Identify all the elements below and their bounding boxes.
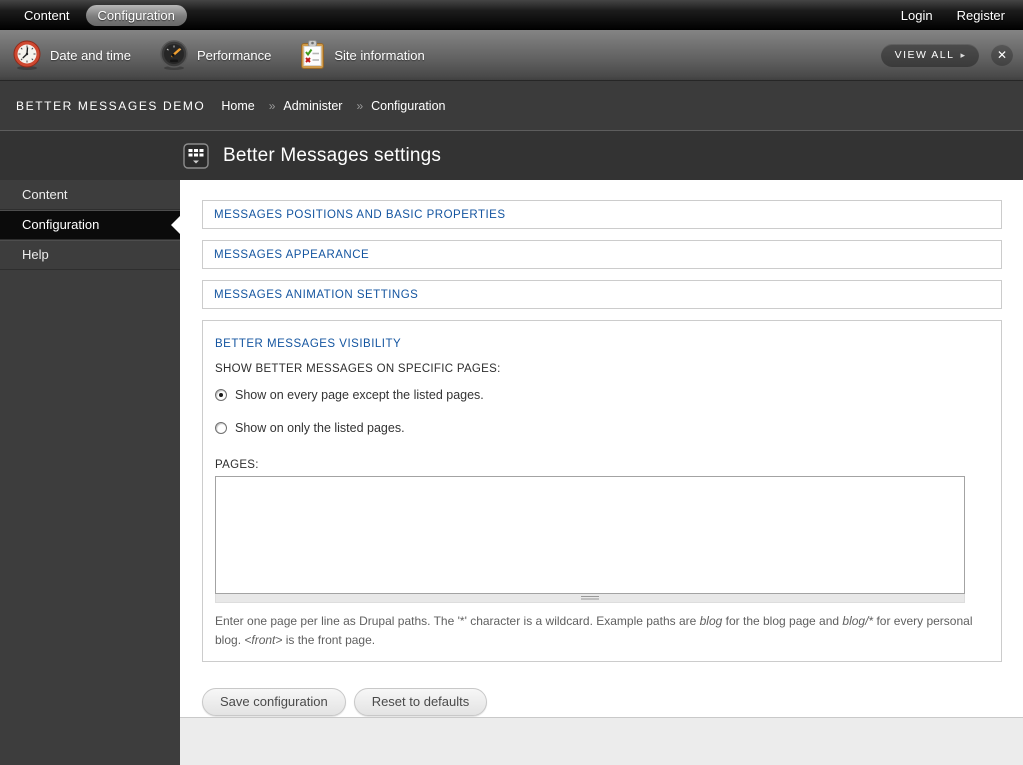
site-name[interactable]: BETTER MESSAGES DEMO (16, 99, 205, 113)
tab-content[interactable]: Content (12, 5, 82, 26)
shortcut-items: Date and time Performance Site informati… (12, 39, 453, 71)
fieldset-legend[interactable]: MESSAGES ANIMATION SETTINGS (203, 289, 429, 301)
shortcut-label: Date and time (50, 47, 131, 63)
fieldset-animation-settings[interactable]: MESSAGES ANIMATION SETTINGS (202, 280, 1002, 309)
close-icon: ✕ (996, 48, 1008, 62)
description-text: for the blog page and (722, 614, 843, 628)
radio-label: Show on only the listed pages. (235, 421, 405, 435)
textarea-resize-grippie[interactable] (215, 594, 965, 603)
admin-toolbar: Content Configuration Login Register (0, 0, 1023, 30)
sidebar-item-content[interactable]: Content (0, 180, 180, 210)
description-text: Enter one page per line as Drupal paths.… (215, 614, 700, 628)
shortcut-bar-controls: VIEW ALL ▸ ✕ (880, 43, 1013, 67)
chevron-right-icon: ▸ (960, 49, 965, 60)
shortcut-toggle-icon[interactable] (183, 142, 209, 169)
clock-icon (12, 40, 42, 71)
register-link[interactable]: Register (957, 8, 1005, 23)
breadcrumb-home[interactable]: Home (221, 99, 254, 113)
pages-textarea[interactable] (215, 476, 965, 594)
form-actions: Save configuration Reset to defaults (202, 688, 1002, 717)
fieldset-positions-basic-properties[interactable]: MESSAGES POSITIONS AND BASIC PROPERTIES (202, 200, 1002, 229)
page-title-band: Better Messages settings (0, 130, 1023, 180)
radio-icon-unselected[interactable] (215, 422, 227, 434)
settings-form: MESSAGES POSITIONS AND BASIC PROPERTIES … (180, 180, 1023, 717)
view-all-label: VIEW ALL (894, 49, 955, 61)
account-links: Login Register (901, 8, 1005, 23)
login-link[interactable]: Login (901, 8, 933, 23)
show-messages-group-label: SHOW BETTER MESSAGES ON SPECIFIC PAGES: (215, 363, 501, 375)
description-example: blog/* (842, 614, 874, 628)
fieldset-legend[interactable]: MESSAGES POSITIONS AND BASIC PROPERTIES (203, 209, 517, 221)
reset-to-defaults-button[interactable]: Reset to defaults (353, 688, 488, 717)
radio-icon-selected[interactable] (215, 389, 227, 401)
shortcut-performance[interactable]: Performance (159, 39, 272, 71)
sidebar: Content Configuration Help (0, 180, 180, 765)
pages-field-label: PAGES: (215, 459, 259, 471)
fieldset-visibility: BETTER MESSAGES VISIBILITY SHOW BETTER M… (202, 320, 1002, 663)
save-configuration-button[interactable]: Save configuration (202, 688, 346, 717)
radio-option-only-listed[interactable]: Show on only the listed pages. (215, 421, 989, 435)
shortcut-site-information[interactable]: Site information (299, 39, 425, 71)
content-column: MESSAGES POSITIONS AND BASIC PROPERTIES … (180, 180, 1023, 765)
tab-configuration[interactable]: Configuration (85, 4, 187, 26)
fieldset-legend[interactable]: MESSAGES APPEARANCE (203, 249, 380, 261)
view-all-button[interactable]: VIEW ALL ▸ (880, 43, 979, 67)
admin-toolbar-tabs: Content Configuration (12, 4, 187, 26)
breadcrumb: BETTER MESSAGES DEMO Home » Administer »… (0, 81, 1023, 130)
fieldset-messages-appearance[interactable]: MESSAGES APPEARANCE (202, 240, 1002, 269)
fieldset-legend[interactable]: BETTER MESSAGES VISIBILITY (215, 338, 401, 350)
description-example: blog (699, 614, 723, 628)
breadcrumb-configuration[interactable]: Configuration (371, 99, 445, 113)
breadcrumb-separator: » (356, 98, 364, 113)
page-title: Better Messages settings (223, 144, 442, 166)
gauge-icon (159, 39, 189, 71)
shortcut-label: Performance (196, 47, 272, 63)
close-shortcut-bar-button[interactable]: ✕ (991, 44, 1013, 66)
pages-field-description: Enter one page per line as Drupal paths.… (215, 612, 989, 649)
description-text: is the front page. (282, 632, 376, 647)
breadcrumb-administer[interactable]: Administer (283, 99, 342, 113)
grippie-lines-icon (581, 595, 599, 601)
main-area: Content Configuration Help MESSAGES POSI… (0, 180, 1023, 765)
clipboard-icon (299, 39, 326, 71)
radio-label: Show on every page except the listed pag… (235, 388, 484, 402)
content-footer (180, 717, 1023, 765)
breadcrumb-separator: » (268, 98, 276, 113)
sidebar-item-configuration[interactable]: Configuration (0, 210, 180, 240)
shortcut-label: Site information (334, 47, 425, 63)
description-example: <front> (244, 632, 283, 647)
sidebar-item-help[interactable]: Help (0, 240, 180, 270)
shortcut-date-and-time[interactable]: Date and time (12, 40, 131, 71)
radio-option-every-page[interactable]: Show on every page except the listed pag… (215, 388, 989, 402)
shortcut-bar: Date and time Performance Site informati… (0, 30, 1023, 81)
